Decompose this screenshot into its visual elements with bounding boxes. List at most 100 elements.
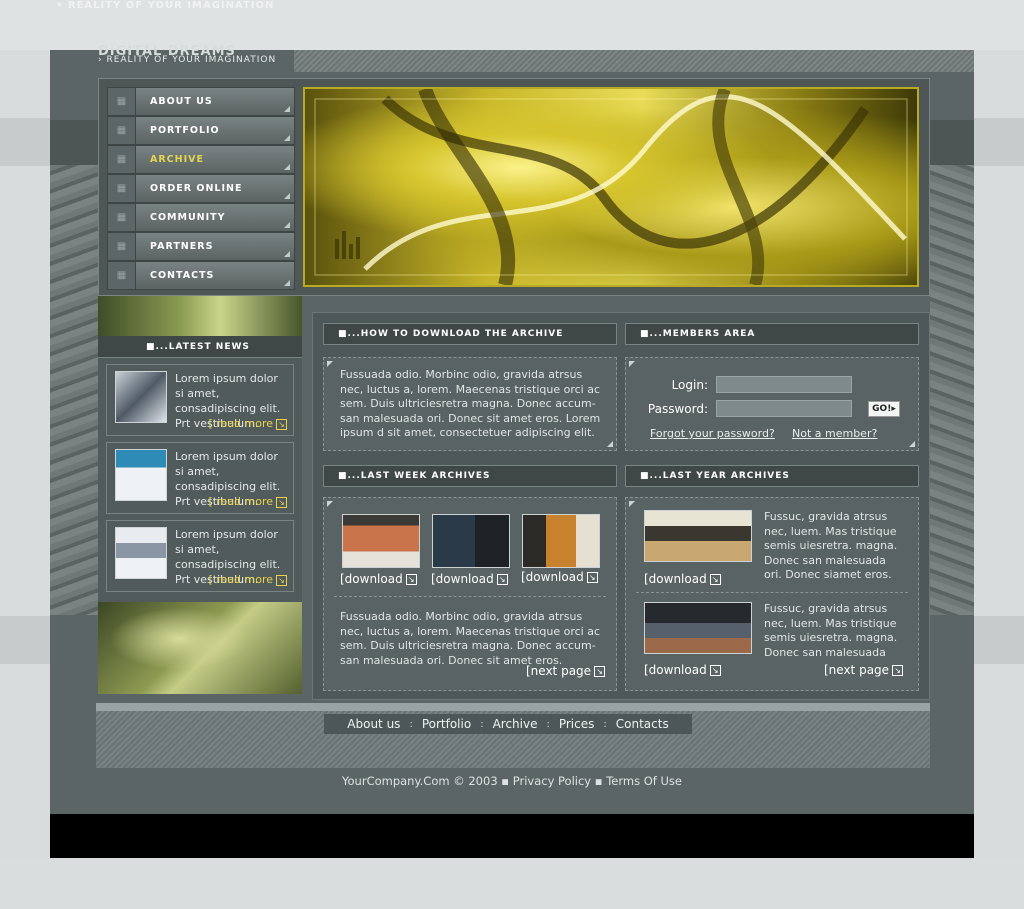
site-page: DIGITAL DREAMS › REALITY OF YOUR IMAGINA… <box>50 44 974 858</box>
footer-link-prices[interactable]: Prices <box>559 717 595 731</box>
news-thumbnail <box>115 371 167 423</box>
archive-thumbnail[interactable] <box>432 514 510 568</box>
next-page-link[interactable]: [next page ↘ <box>526 664 606 678</box>
grid-icon: ▦ <box>108 262 136 289</box>
password-label: Password: <box>647 402 708 416</box>
grid-icon: ▦ <box>108 233 136 260</box>
download-link[interactable]: [download ↘ <box>644 572 721 586</box>
nav-item-portfolio[interactable]: ▦ PORTFOLIO <box>107 116 295 145</box>
archive-thumbnail[interactable] <box>522 514 600 568</box>
arrow-icon: ↘ <box>276 574 287 586</box>
read-more-link[interactable]: [ read more ↘ <box>208 417 287 430</box>
go-label: GO! <box>872 404 892 414</box>
news-bottom-image <box>98 602 302 694</box>
corner-icon <box>284 279 290 286</box>
footer-link-archive[interactable]: Archive <box>493 717 538 731</box>
footer-separator: : <box>409 718 413 730</box>
header-box: ▦ ABOUT US ▦ PORTFOLIO ▦ ARCHIVE ▦ ORDER… <box>98 78 930 296</box>
last-week-panel: [download ↘ [download ↘ [download ↘ Fussuad… <box>323 497 617 691</box>
news-item: Lorem ipsum dolor si amet, consadipiscin… <box>106 442 294 514</box>
nav-item-contacts[interactable]: ▦ CONTACTS <box>107 261 295 290</box>
last-week-heading: ■...LAST WEEK ARCHIVES <box>323 465 617 487</box>
download-link[interactable]: [download ↘ <box>340 572 417 586</box>
download-label: [download <box>340 572 403 586</box>
nav-item-partners[interactable]: ▦ PARTNERS <box>107 232 295 261</box>
download-label: [download <box>521 570 584 584</box>
login-input[interactable] <box>716 376 852 393</box>
corner-icon <box>284 134 290 141</box>
corner-icon <box>327 361 333 367</box>
read-more-label: [ read more <box>208 495 273 508</box>
nav-item-order-online[interactable]: ▦ ORDER ONLINE <box>107 174 295 203</box>
archive-thumbnail[interactable] <box>342 514 420 568</box>
news-item: Lorem ipsum dolor si amet, consadipiscin… <box>106 520 294 592</box>
grid-icon: ▦ <box>108 88 136 115</box>
next-page-label: [next page <box>824 663 890 677</box>
read-more-link[interactable]: [ read more ↘ <box>208 573 287 586</box>
corner-icon <box>284 163 290 170</box>
left-column: ■...LATEST NEWS Lorem ipsum dolor si ame… <box>98 296 302 696</box>
login-label: Login: <box>671 378 708 392</box>
news-decor-image <box>98 296 302 336</box>
footer-line <box>96 703 930 711</box>
download-link[interactable]: [download ↘ <box>521 570 598 584</box>
password-input[interactable] <box>716 400 852 417</box>
corner-icon <box>909 441 915 447</box>
nav-item-archive[interactable]: ▦ ARCHIVE <box>107 145 295 174</box>
not-a-member-link[interactable]: Not a member? <box>792 427 877 440</box>
nav-item-community[interactable]: ▦ COMMUNITY <box>107 203 295 232</box>
news-item: Lorem ipsum dolor si amet, consadipiscin… <box>106 364 294 436</box>
arrow-icon: ↘ <box>586 572 598 583</box>
nav-item-label: ABOUT US <box>150 95 213 107</box>
last-year-heading: ■...LAST YEAR ARCHIVES <box>625 465 919 487</box>
read-more-label: [ read more <box>208 417 273 430</box>
outer-bottom-background <box>0 858 1024 909</box>
members-panel: Login: Password: GO! ▸ Forgot your passwo… <box>625 357 919 451</box>
how-to-heading: ■...HOW TO DOWNLOAD THE ARCHIVE <box>323 323 617 345</box>
footer-link-about-us[interactable]: About us <box>347 717 400 731</box>
footer-link-portfolio[interactable]: Portfolio <box>422 717 471 731</box>
how-to-panel: Fussuada odio. Morbinc odio, gravida atr… <box>323 357 617 451</box>
footer-nav: About us : Portfolio : Archive : Prices … <box>324 714 692 734</box>
news-thumbnail <box>115 527 167 579</box>
download-link[interactable]: [download ↘ <box>431 572 508 586</box>
brand-tagline: › REALITY OF YOUR IMAGINATION <box>98 55 277 65</box>
forgot-password-link[interactable]: Forgot your password? <box>650 427 775 440</box>
footer-separator: : <box>603 718 607 730</box>
arrow-icon: ↘ <box>892 665 904 676</box>
footer-separator: : <box>546 718 550 730</box>
corner-icon <box>607 441 613 447</box>
archive-thumbnail[interactable] <box>644 510 752 562</box>
grid-icon: ▦ <box>108 117 136 144</box>
content-area: ■...HOW TO DOWNLOAD THE ARCHIVE Fussuada… <box>312 312 930 700</box>
next-page-link[interactable]: [next page ↘ <box>824 663 904 677</box>
news-list: Lorem ipsum dolor si amet, consadipiscin… <box>98 358 302 602</box>
download-link[interactable]: [download ↘ <box>644 663 721 677</box>
arrow-icon: ↘ <box>496 574 508 585</box>
divider <box>334 596 606 597</box>
archive-thumbnail[interactable] <box>644 602 752 654</box>
top-strip <box>294 50 974 72</box>
go-button[interactable]: GO! ▸ <box>868 401 900 417</box>
nav-item-about-us[interactable]: ▦ ABOUT US <box>107 87 295 116</box>
read-more-link[interactable]: [ read more ↘ <box>208 495 287 508</box>
footer-link-contacts[interactable]: Contacts <box>616 717 669 731</box>
ghost-tagline: • REALITY OF YOUR IMAGINATION <box>56 0 275 11</box>
last-year-text: Fussuc, gravida atrsus nec, luem. Mas tr… <box>764 602 898 659</box>
download-label: [download <box>644 572 707 586</box>
corner-icon <box>284 192 290 199</box>
read-more-label: [ read more <box>208 573 273 586</box>
nav-item-label: PORTFOLIO <box>150 124 220 136</box>
grid-icon: ▦ <box>108 146 136 173</box>
last-week-text: Fussuada odio. Morbinc odio, gravida atr… <box>340 610 601 667</box>
next-page-label: [next page <box>526 664 592 678</box>
latest-news-heading: ■...LATEST NEWS <box>98 336 302 358</box>
grid-icon: ▦ <box>108 175 136 202</box>
arrow-icon: ↘ <box>276 496 287 508</box>
how-to-text: Fussuada odio. Morbinc odio, gravida atr… <box>340 368 601 439</box>
arrow-icon: ↘ <box>709 665 721 676</box>
nav-item-label: ORDER ONLINE <box>150 182 243 194</box>
rock-texture-right <box>930 165 974 615</box>
corner-icon <box>327 501 333 507</box>
grid-icon: ▦ <box>108 204 136 231</box>
